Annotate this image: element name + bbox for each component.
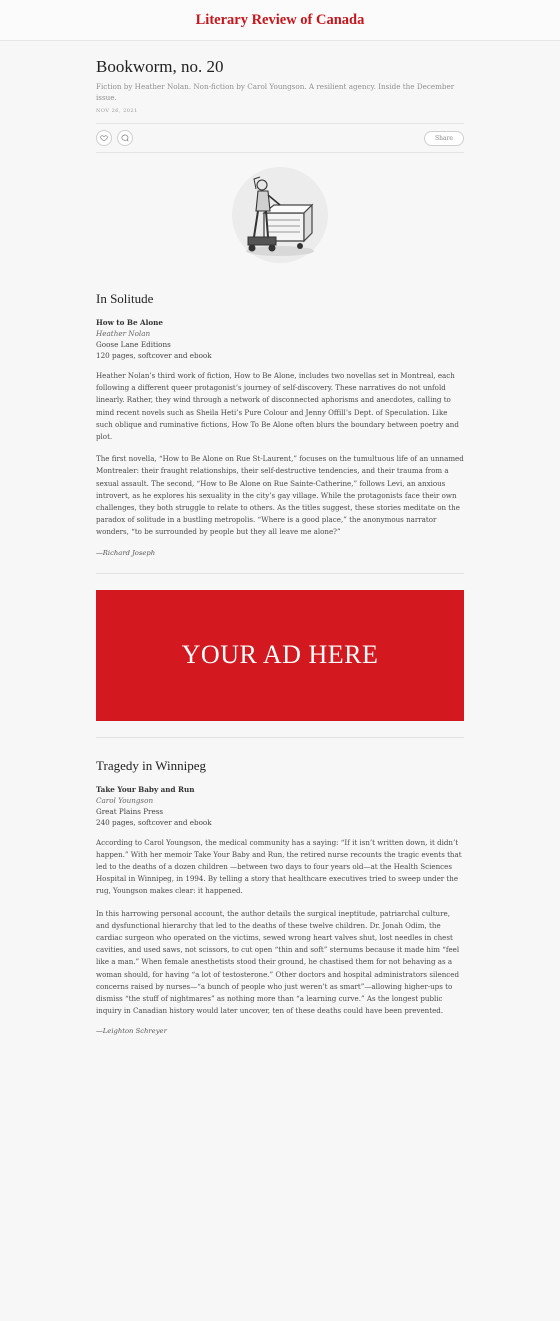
illustration [96, 165, 464, 265]
book-title: Take Your Baby and Run [96, 784, 195, 794]
book-publisher: Goose Lane Editions [96, 340, 171, 349]
post-subtitle: Fiction by Heather Nolan. Non-fiction by… [96, 82, 455, 102]
site-logo-link[interactable]: Literary Review of Canada [196, 12, 365, 29]
post-container: Bookworm, no. 20 Fiction by Heather Nola… [96, 57, 464, 1035]
review-tragedy-in-winnipeg: Tragedy in Winnipeg Take Your Baby and R… [96, 758, 464, 1036]
divider [96, 572, 464, 574]
reviewer-signature: —Richard Joseph [96, 548, 156, 557]
divider [96, 736, 464, 738]
review-paragraph: The first novella, “How to Be Alone on R… [96, 454, 464, 537]
book-author: Carol Youngson [96, 795, 154, 805]
post-date: NOV 26, 2021 [96, 108, 138, 114]
post-title: Bookworm, no. 20 [96, 57, 224, 76]
heart-icon [100, 135, 108, 142]
review-paragraph: According to Carol Youngson, the medical… [96, 837, 462, 896]
review-paragraph: In this harrowing personal account, the … [96, 908, 460, 1016]
ad-banner[interactable]: YOUR AD HERE [96, 589, 464, 721]
review-heading: In Solitude [96, 291, 154, 306]
book-publisher: Great Plains Press [96, 806, 164, 816]
post-actions: Share [96, 123, 464, 153]
top-bar: Literary Review of Canada [0, 0, 560, 41]
book-author: Heather Nolan [96, 329, 151, 338]
book-meta: How to Be Alone Heather Nolan Goose Lane… [96, 317, 464, 361]
review-in-solitude: In Solitude How to Be Alone Heather Nola… [96, 291, 464, 557]
review-heading: Tragedy in Winnipeg [96, 757, 206, 773]
comment-icon [121, 134, 129, 142]
book-meta: Take Your Baby and Run Carol Youngson Gr… [96, 784, 464, 828]
comment-button[interactable] [117, 130, 133, 146]
reviewer-signature: —Leighton Schreyer [96, 1027, 167, 1036]
book-title: How to Be Alone [96, 318, 163, 327]
book-format: 240 pages, softcover and ebook [96, 817, 212, 827]
share-button[interactable]: Share [424, 130, 464, 146]
like-button[interactable] [96, 130, 112, 146]
review-paragraph: Heather Nolan’s third work of fiction, H… [96, 371, 459, 442]
illustration-person-operating-machine [232, 167, 328, 263]
book-format: 120 pages, softcover and ebook [96, 351, 212, 360]
